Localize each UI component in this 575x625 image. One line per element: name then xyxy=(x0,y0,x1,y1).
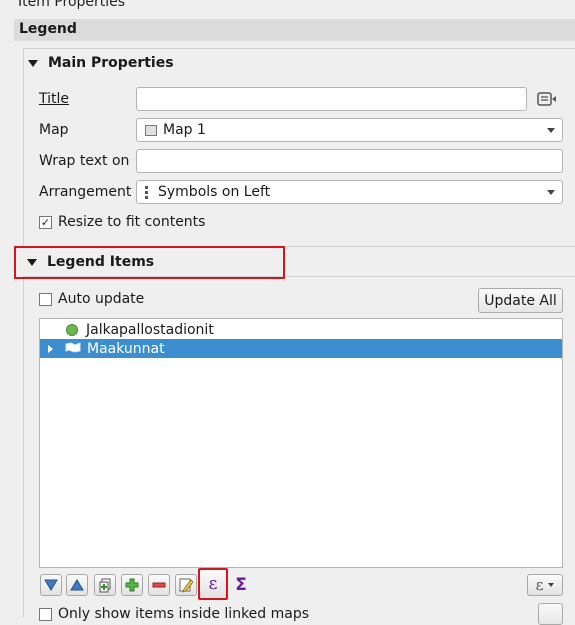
main-properties-header[interactable]: Main Properties xyxy=(24,49,575,77)
symbols-left-icon xyxy=(145,185,148,199)
title-label-text: Title xyxy=(39,91,70,107)
map-icon xyxy=(145,124,157,136)
expression-button[interactable]: ε xyxy=(198,568,228,600)
remove-item-icon[interactable] xyxy=(148,574,170,596)
arrangement-combo[interactable]: Symbols on Left xyxy=(136,180,563,204)
data-defined-override-button[interactable]: ε xyxy=(527,574,563,596)
collapse-arrow-icon xyxy=(28,59,38,67)
only-show-label: Only show items inside linked maps xyxy=(58,606,310,622)
chevron-down-icon xyxy=(548,583,555,587)
map-combo[interactable]: Map 1 xyxy=(136,118,563,142)
move-up-icon[interactable] xyxy=(66,574,88,596)
tree-item-label: Jalkapallostadionit xyxy=(86,321,214,338)
auto-update-checkbox[interactable] xyxy=(39,292,52,306)
arrangement-label: Arrangement xyxy=(39,184,132,200)
wrap-text-input[interactable] xyxy=(136,149,563,173)
circle-symbol-icon xyxy=(66,323,78,336)
tree-item-maakunnat[interactable]: Maakunnat xyxy=(40,339,562,358)
resize-checkbox[interactable]: ✓ xyxy=(39,215,52,229)
legend-tree[interactable]: Jalkapallostadionit Maakunnat xyxy=(39,318,563,568)
expand-arrow-icon[interactable] xyxy=(48,344,53,353)
sum-icon[interactable]: Σ xyxy=(231,574,251,596)
resize-label: Resize to fit contents xyxy=(58,214,206,230)
wrap-label: Wrap text on xyxy=(39,153,130,169)
expression-icon: ε xyxy=(208,574,218,594)
main-properties-title: Main Properties xyxy=(48,55,174,71)
only-show-option[interactable]: Only show items inside linked maps xyxy=(39,606,309,622)
arrangement-value: Symbols on Left xyxy=(158,184,271,200)
tree-item-label: Maakunnat xyxy=(87,340,165,357)
legend-items-header[interactable]: Legend Items xyxy=(27,254,154,270)
chevron-down-icon xyxy=(547,128,555,133)
tree-item-jalkapallostadionit[interactable]: Jalkapallostadionit xyxy=(40,320,562,339)
filter-expression-button[interactable] xyxy=(538,603,563,625)
expression-icon: ε xyxy=(535,576,544,594)
auto-update-label: Auto update xyxy=(58,291,145,307)
map-label: Map xyxy=(39,122,69,138)
add-group-icon[interactable] xyxy=(94,574,116,596)
panel-title: Item Properties xyxy=(18,0,126,10)
chevron-down-icon xyxy=(547,190,555,195)
polygon-symbol-icon xyxy=(65,341,81,357)
move-down-icon[interactable] xyxy=(40,574,62,596)
update-all-button[interactable]: Update All xyxy=(478,288,563,313)
insert-expression-icon[interactable] xyxy=(536,89,558,109)
auto-update-option[interactable]: Auto update xyxy=(39,291,144,307)
section-header-legend: Legend xyxy=(14,19,575,41)
only-show-checkbox[interactable] xyxy=(39,607,52,621)
title-label: Title xyxy=(39,91,69,107)
title-input[interactable] xyxy=(136,87,527,111)
add-item-icon[interactable] xyxy=(121,574,143,596)
edit-item-icon[interactable] xyxy=(175,574,197,596)
resize-option[interactable]: ✓ Resize to fit contents xyxy=(39,214,205,230)
collapse-arrow-icon xyxy=(27,258,37,266)
legend-items-title: Legend Items xyxy=(47,254,155,270)
map-value: Map 1 xyxy=(163,122,206,138)
